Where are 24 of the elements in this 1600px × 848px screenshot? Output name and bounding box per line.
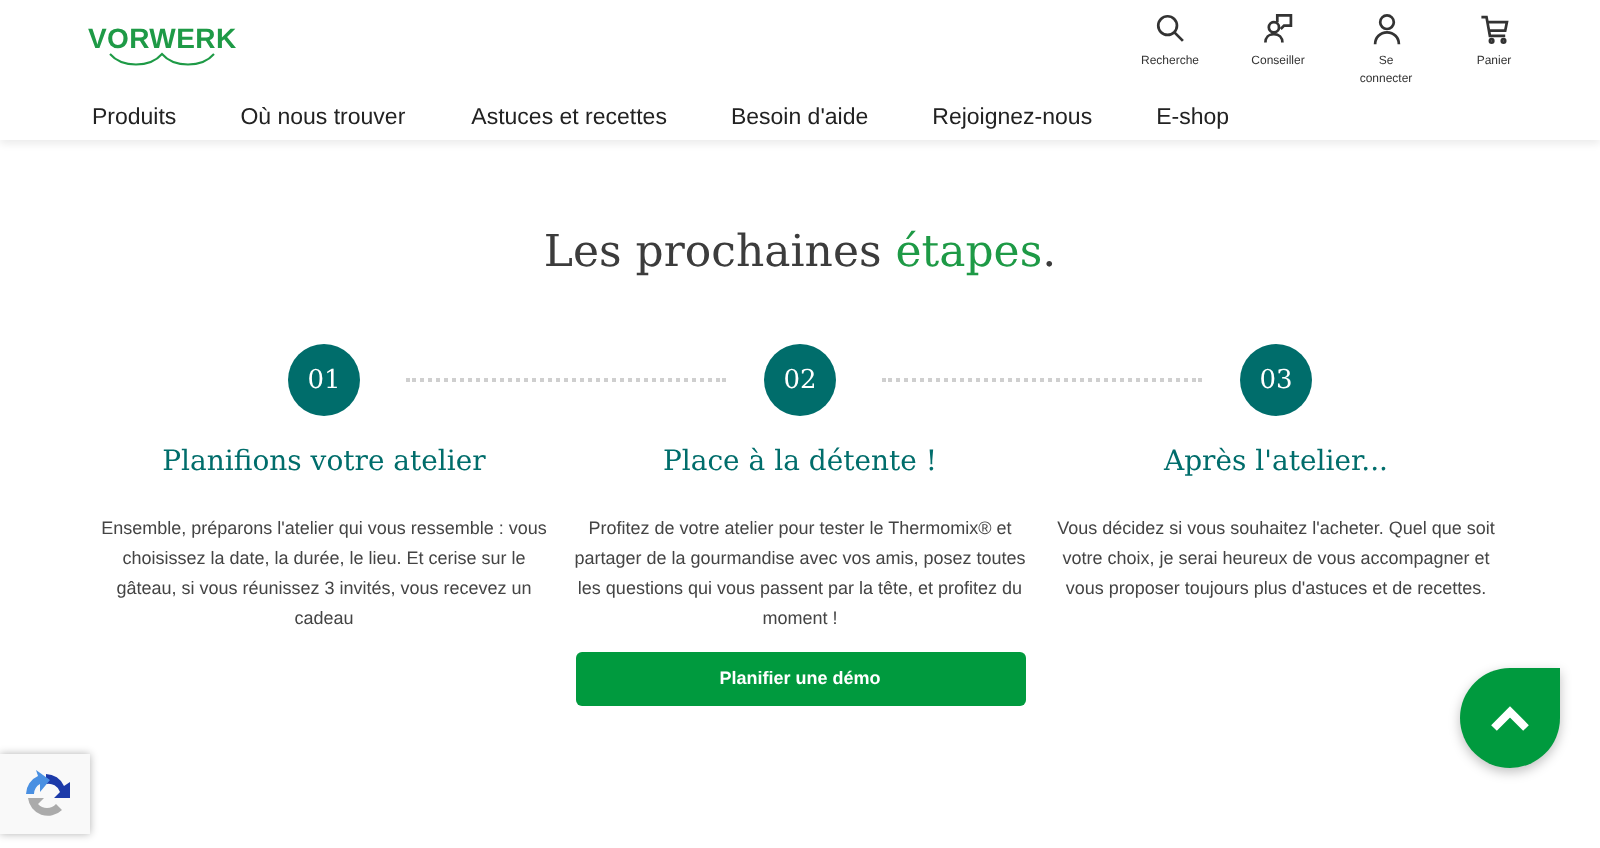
step-title: Après l'atelier... <box>1163 444 1388 483</box>
step-title: Place à la détente ! <box>662 444 938 483</box>
step-number: 02 <box>764 344 836 417</box>
nav-link-item[interactable]: Où nous trouver <box>240 102 406 137</box>
nav-link-item[interactable]: E-shop <box>1156 102 1230 137</box>
cart-icon <box>1477 12 1511 46</box>
back-to-top-button[interactable] <box>1460 668 1560 768</box>
search-icon <box>1153 12 1187 46</box>
advisor-icon <box>1261 12 1295 46</box>
nav-link-item[interactable]: Rejoignez-nous <box>932 102 1093 137</box>
logo: VORWERK <box>88 24 237 68</box>
user-icon <box>1369 12 1403 46</box>
nav-link-item[interactable]: Astuces et recettes <box>471 102 667 137</box>
step-title: Planifions votre atelier <box>162 444 486 483</box>
section-title: Les prochaines étapes. <box>541 228 1059 281</box>
step-number: 01 <box>288 344 360 417</box>
step-description: Vous décidez si vous souhaitez l'acheter. Quel que soit votre choix, je serai heureux de vous accompagner et vous proposer toujours plus d'astuces et de recettes. <box>1055 516 1497 603</box>
step-number: 03 <box>1240 344 1312 417</box>
step-description: Ensemble, préparons l'atelier qui vous ressemble : vous choisissez la date, la durée, le lieu. Et cerise sur le gâteau, si vous réunissez 3 invités, vous recevez un cadeau <box>99 516 549 633</box>
plan-demo-button[interactable]: Planifier une démo <box>575 652 1025 707</box>
nav-link-item[interactable]: Besoin d'aide <box>730 102 869 137</box>
chevron-up-icon <box>1490 704 1530 732</box>
nav-link-item[interactable]: Produits <box>92 102 177 137</box>
step-description: Profitez de votre atelier pour tester le Thermomix® et partager de la gourmandise avec vos amis, posez toutes les questions qui vous passent par la tête, et profitez du moment ! <box>572 516 1028 633</box>
